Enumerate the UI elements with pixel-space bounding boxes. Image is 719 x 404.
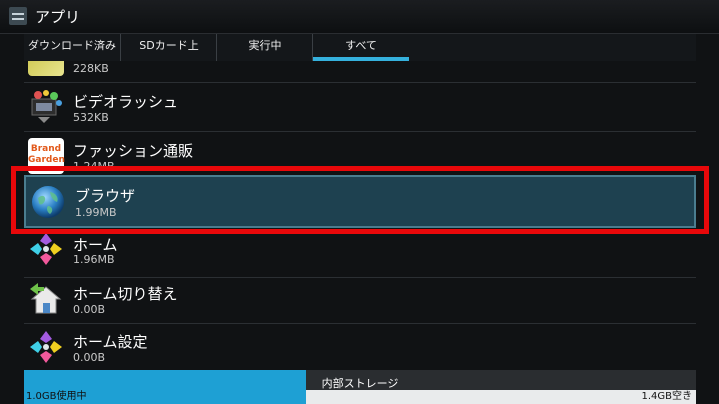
storage-used: 1.0GB使用中 (26, 391, 87, 402)
app-name: ホーム設定 (73, 333, 148, 351)
home-settings-icon (28, 329, 64, 365)
app-list[interactable]: 228KB ビデオラッシュ 532KB Brand Garden ファッション通… (24, 61, 696, 370)
list-item[interactable]: Brand Garden ファッション通販 1.24MB (24, 132, 696, 181)
storage-bar: 内部ストレージ 1.0GB使用中 1.4GB空き (24, 370, 696, 404)
storage-label: 内部ストレージ (321, 377, 399, 390)
app-name: ファッション通販 (73, 142, 194, 160)
brand-garden-icon: Brand Garden (28, 138, 65, 174)
apps-icon[interactable] (9, 7, 27, 25)
app-size: 532KB (73, 111, 109, 124)
app-size: 1.24MB (73, 160, 115, 173)
app-size: 0.00B (73, 351, 106, 364)
partial-app-icon (28, 61, 64, 76)
tab-sd-card[interactable]: SDカード上 (120, 34, 217, 61)
tab-downloaded[interactable]: ダウンロード済み (24, 34, 120, 61)
tab-running[interactable]: 実行中 (216, 34, 313, 61)
app-size: 1.99MB (75, 206, 117, 219)
app-name: ブラウザ (75, 187, 136, 205)
home-switch-icon (28, 281, 64, 317)
page-title: アプリ (35, 8, 81, 26)
list-item[interactable]: ホーム設定 0.00B (24, 323, 696, 370)
video-app-icon (28, 89, 64, 125)
list-item-selected[interactable]: ブラウザ 1.99MB (24, 175, 696, 228)
app-size: 1.96MB (73, 253, 115, 266)
app-name: ホーム (73, 236, 118, 254)
tab-bar: ダウンロード済み SDカード上 実行中 すべて (24, 34, 696, 61)
storage-free: 1.4GB空き (641, 391, 692, 402)
brand-garden-icon-text: Garden (28, 155, 65, 165)
tab-all[interactable]: すべて (312, 34, 409, 61)
app-name: ホーム切り替え (73, 285, 178, 303)
app-size: 0.00B (73, 303, 106, 316)
app-name: ビデオラッシュ (73, 93, 179, 111)
globe-icon (30, 184, 66, 220)
list-item[interactable]: ホーム切り替え 0.00B (24, 275, 696, 324)
action-bar: アプリ (0, 0, 719, 34)
list-item[interactable]: 228KB (24, 61, 696, 83)
brand-garden-icon-text: Brand (30, 144, 62, 154)
list-item[interactable]: ホーム 1.96MB (24, 229, 696, 278)
app-size: 228KB (73, 62, 109, 75)
list-item[interactable]: ビデオラッシュ 532KB (24, 83, 696, 132)
home-launcher-icon (28, 231, 64, 267)
storage-summary: 1.0GB使用中 1.4GB空き (24, 390, 696, 404)
